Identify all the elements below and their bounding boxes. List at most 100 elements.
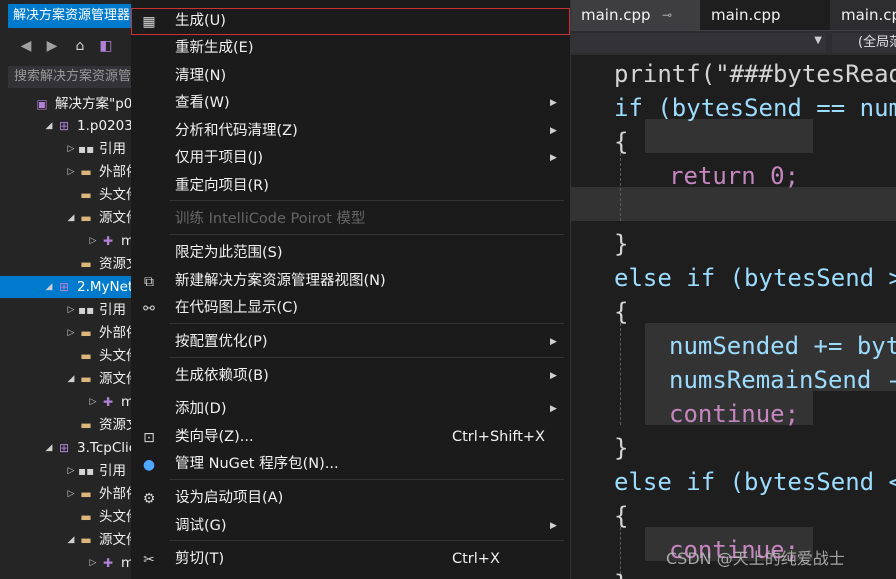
menu-item[interactable]: 添加(D) ▶ — [131, 396, 570, 423]
menu-separator — [169, 357, 564, 358]
code-line: else if (bytesSend < — [614, 465, 896, 499]
menu-item-label: 清理(N) — [175, 68, 227, 84]
menu-separator — [169, 479, 564, 480]
scope-dropdown[interactable]: (全局范围) — [832, 33, 896, 53]
code-line: { — [614, 125, 628, 159]
project-icon: ⊞ — [58, 441, 70, 455]
menu-item[interactable]: 生成依赖项(B) ▶ — [131, 363, 570, 390]
menu-item[interactable]: ⧉ 新建解决方案资源管理器视图(N) — [131, 268, 570, 295]
tree-item[interactable]: ▬ 头文件 — [0, 345, 134, 367]
code-line: numSended += byte — [669, 329, 896, 363]
forward-icon[interactable]: ▶ — [44, 38, 60, 54]
tree-item[interactable]: ▷✚main.cpp — [0, 230, 134, 252]
menu-item[interactable]: 分析和代码清理(Z) ▶ — [131, 118, 570, 145]
menu-item-label: 仅用于项目(J) — [175, 150, 264, 166]
project-icon: ⊞ — [58, 119, 70, 133]
menu-item-label: 添加(D) — [175, 401, 227, 417]
submenu-arrow-icon: ▶ — [550, 98, 557, 108]
tree-item[interactable]: ◢ ⊞ 2.MyNet — [0, 276, 134, 298]
menu-item[interactable]: 限定为此范围(S) — [131, 240, 570, 267]
tree-item[interactable]: ◢ ⊞ 1.p0203 — [0, 115, 134, 137]
code-editor[interactable]: printf("###bytesRead if (bytesSend == nu… — [570, 55, 896, 579]
menu-item[interactable]: ⊡ 类向导(Z)... Ctrl+Shift+X — [131, 424, 570, 451]
collapse-arrow-icon[interactable]: ◢ — [66, 368, 76, 390]
tree-item[interactable]: ▷ ▬ 外部依赖项 — [0, 322, 134, 344]
menu-item[interactable]: 重新生成(E) — [131, 35, 570, 62]
tree-item[interactable]: ▷✚main.cpp — [0, 391, 134, 413]
tree-item[interactable]: ▬ 头文件 — [0, 506, 134, 528]
menu-item[interactable]: 仅用于项目(J) ▶ — [131, 145, 570, 172]
tree-item[interactable]: ▬ 头文件 — [0, 184, 134, 206]
folder-icon: ▬ — [80, 326, 92, 340]
collapse-arrow-icon[interactable]: ◢ — [66, 207, 76, 229]
collapse-arrow-icon[interactable]: ◢ — [66, 529, 76, 551]
code-line: { — [614, 499, 628, 533]
menu-item[interactable]: 查看(W) ▶ — [131, 90, 570, 117]
expand-arrow-icon[interactable]: ▷ — [88, 391, 98, 413]
menu-item-label: 剪切(T) — [175, 551, 225, 567]
tree-item[interactable]: ◢ ⊞ 3.TcpClient — [0, 437, 134, 459]
tree-item[interactable]: ▬ 资源文件 — [0, 253, 134, 275]
folder-icon: ▬ — [80, 211, 92, 225]
tab-main-cpp-1[interactable]: main.cpp ⊸ — [570, 0, 705, 30]
cpp-file-icon: ✚ — [102, 234, 114, 248]
menu-item[interactable]: 重定向项目(R) — [131, 173, 570, 200]
collapse-arrow-icon[interactable]: ◢ — [44, 276, 54, 298]
expand-arrow-icon[interactable]: ▷ — [66, 161, 76, 183]
tree-item[interactable]: ▷✚main.cpp — [0, 552, 134, 574]
collapse-arrow-icon[interactable]: ◢ — [44, 437, 54, 459]
submenu-arrow-icon: ▶ — [550, 153, 557, 163]
tree-item-label: 3.TcpClient — [77, 440, 134, 456]
tree-item-label: 头文件 — [99, 348, 134, 364]
tree-item[interactable]: ▷ ▬ 外部依赖项 — [0, 161, 134, 183]
editor-tab-bar: main.cpp ⊸ main.cpp main.cpp — [570, 0, 896, 30]
solution-search-input[interactable]: 搜索解决方案资源管理器 — [8, 66, 134, 88]
menu-item[interactable]: ⚙ 设为启动项目(A) — [131, 485, 570, 512]
references-icon: ▪▪ — [78, 303, 95, 317]
menu-item: 训练 IntelliCode Poirot 模型 — [131, 206, 570, 233]
code-line: numsRemainSend -= — [669, 363, 896, 397]
menu-item-label: 按配置优化(P) — [175, 334, 268, 350]
tab-main-cpp-2[interactable]: main.cpp — [700, 0, 835, 30]
project-dropdown[interactable]: ▼ — [570, 33, 826, 53]
switch-views-icon[interactable]: ◧ — [98, 38, 114, 54]
expand-arrow-icon[interactable]: ▷ — [66, 483, 76, 505]
expand-arrow-icon[interactable]: ▷ — [66, 138, 76, 160]
expand-arrow-icon[interactable]: ▷ — [66, 460, 76, 482]
menu-item[interactable]: ● 管理 NuGet 程序包(N)... — [131, 451, 570, 478]
menu-item[interactable]: ⚯ 在代码图上显示(C) — [131, 295, 570, 322]
menu-item-label: 查看(W) — [175, 95, 230, 111]
menu-item-label: 在代码图上显示(C) — [175, 300, 298, 316]
menu-item[interactable]: 按配置优化(P) ▶ — [131, 329, 570, 356]
tree-item[interactable]: ◢ ▬ 源文件 — [0, 368, 134, 390]
back-icon[interactable]: ◀ — [18, 38, 34, 54]
code-text: if (bytesSend == nums — [614, 94, 896, 122]
home-icon[interactable]: ⌂ — [72, 38, 88, 54]
cpp-file-icon: ✚ — [102, 395, 114, 409]
code-line: printf("###bytesRead — [614, 57, 896, 91]
scissors-icon: ✂ — [143, 552, 155, 568]
tree-item[interactable]: ◢ ▬ 源文件 — [0, 207, 134, 229]
tree-item[interactable]: ▷ ▪▪ 引用 — [0, 460, 134, 482]
solution-explorer-title[interactable]: 解决方案资源管理器 — [8, 4, 134, 28]
tree-item[interactable]: ▷ ▪▪ 引用 — [0, 138, 134, 160]
submenu-arrow-icon: ▶ — [550, 521, 557, 531]
expand-arrow-icon[interactable]: ▷ — [66, 322, 76, 344]
tree-item[interactable]: ▷ ▬ 外部依赖项 — [0, 483, 134, 505]
collapse-arrow-icon[interactable]: ◢ — [44, 115, 54, 137]
tree-item[interactable]: ▬ 资源文件 — [0, 414, 134, 436]
menu-item-shortcut: Ctrl+X — [452, 551, 500, 567]
menu-item[interactable]: ▦ 生成(U) — [131, 8, 570, 35]
tree-item[interactable]: ◢ ▬ 源文件 — [0, 529, 134, 551]
menu-item[interactable]: 清理(N) — [131, 63, 570, 90]
menu-item[interactable]: ✂ 剪切(T) Ctrl+X — [131, 546, 570, 573]
expand-arrow-icon[interactable]: ▷ — [88, 552, 98, 574]
menu-item[interactable]: 调试(G) ▶ — [131, 513, 570, 540]
expand-arrow-icon[interactable]: ▷ — [66, 299, 76, 321]
expand-arrow-icon[interactable]: ▷ — [88, 230, 98, 252]
tab-main-cpp-3[interactable]: main.cpp — [830, 0, 896, 30]
tab-label: main.cpp — [841, 6, 896, 24]
tree-item[interactable]: ▣ 解决方案"p0 — [0, 93, 134, 115]
tree-item[interactable]: ▷ ▪▪ 引用 — [0, 299, 134, 321]
pin-icon[interactable]: ⊸ — [662, 0, 672, 30]
